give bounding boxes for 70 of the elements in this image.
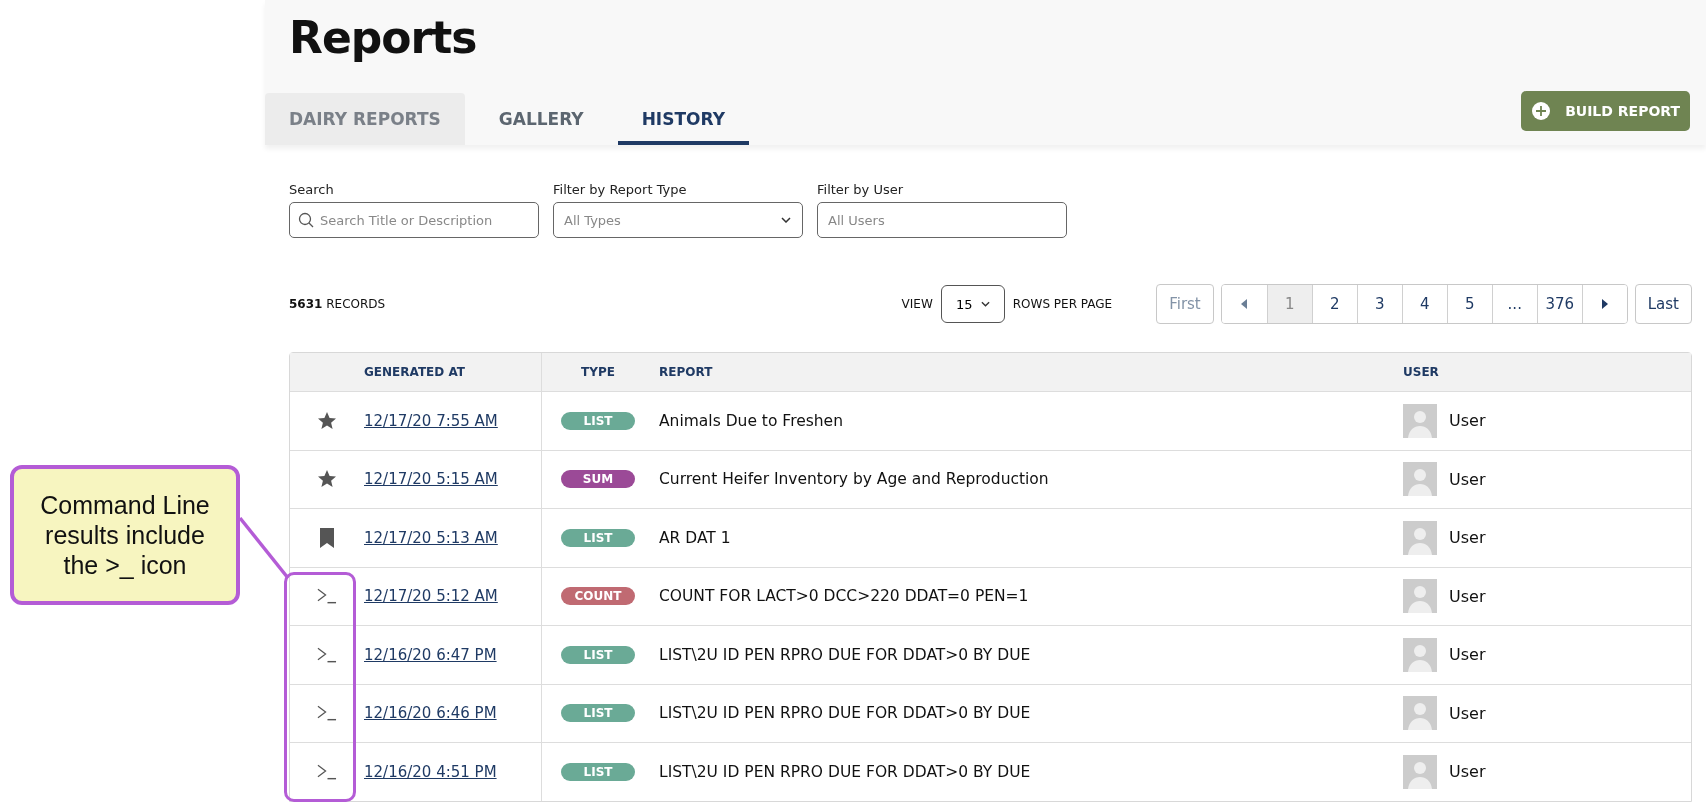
chevron-down-icon	[781, 217, 791, 223]
avatar-icon	[1403, 696, 1437, 731]
terminal-prompt-icon	[317, 587, 337, 606]
plus-circle-icon	[1531, 101, 1552, 121]
record-count: 5631 RECORDS	[289, 297, 386, 311]
next-page-button[interactable]	[1581, 285, 1627, 323]
column-header: GENERATED AT	[364, 365, 465, 379]
date-link[interactable]: 12/17/20 5:12 AM	[364, 587, 498, 606]
terminal-prompt-icon	[317, 645, 337, 664]
star-icon	[317, 469, 337, 490]
terminal-prompt-icon	[317, 762, 337, 781]
avatar-icon	[1403, 637, 1437, 672]
report-name: COUNT FOR LACT>0 DCC>220 DDAT=0 PEN=1	[659, 587, 1029, 606]
avatar-icon	[1403, 462, 1437, 497]
chevron-down-icon	[980, 301, 990, 307]
build-report-button[interactable]: BUILD REPORT	[1521, 91, 1690, 131]
callout-box: Command Line results include the >_ icon	[10, 465, 240, 605]
field-label: Filter by Report Type	[553, 182, 688, 197]
report-name: LIST\2U ID PEN RPRO DUE FOR DDAT>0 BY DUE	[659, 645, 1031, 664]
type-badge: COUNT	[561, 587, 635, 606]
type-badge: LIST	[561, 704, 635, 723]
search-field[interactable]: Search Title or Description	[289, 202, 539, 238]
triangle-right-icon	[1601, 299, 1608, 309]
dropdown-field[interactable]: All Types	[553, 202, 803, 238]
user-name: User	[1449, 645, 1486, 665]
field-label: Filter by User	[817, 182, 905, 197]
column-header: USER	[1403, 365, 1439, 379]
bookmark-icon	[320, 527, 334, 548]
date-link[interactable]: 12/16/20 4:51 PM	[364, 762, 497, 781]
rows-per-page-label: ROWS PER PAGE	[1012, 297, 1113, 311]
avatar-icon	[1403, 754, 1437, 789]
page-title: Reports	[288, 11, 478, 65]
input-field[interactable]: All Users	[817, 202, 1067, 238]
type-badge: LIST	[561, 645, 635, 664]
report-name: Current Heifer Inventory by Age and Reproduction	[659, 470, 1049, 489]
search-icon	[298, 212, 314, 228]
tab[interactable]: GALLERY	[474, 93, 608, 145]
user-name: User	[1449, 411, 1486, 431]
date-link[interactable]: 12/16/20 6:47 PM	[364, 645, 497, 664]
report-name: LIST\2U ID PEN RPRO DUE FOR DDAT>0 BY DUE	[659, 704, 1031, 723]
user-name: User	[1449, 469, 1486, 489]
field-label: Search	[289, 182, 335, 197]
date-link[interactable]: 12/17/20 5:13 AM	[364, 528, 498, 547]
avatar-icon	[1403, 403, 1437, 438]
type-badge: LIST	[561, 528, 635, 547]
last-page-button[interactable]: Last	[1634, 284, 1692, 324]
column-header: TYPE	[581, 365, 615, 379]
view-label: VIEW	[901, 297, 933, 311]
avatar-icon	[1403, 520, 1437, 555]
type-badge: LIST	[561, 411, 635, 430]
date-link[interactable]: 12/17/20 7:55 AM	[364, 411, 498, 430]
report-name: LIST\2U ID PEN RPRO DUE FOR DDAT>0 BY DUE	[659, 762, 1031, 781]
tab[interactable]: HISTORY	[617, 93, 749, 145]
report-name: AR DAT 1	[659, 528, 731, 547]
leader-line	[238, 516, 290, 580]
avatar-icon	[1403, 579, 1437, 614]
type-badge: SUM	[561, 470, 635, 489]
user-name: User	[1449, 703, 1486, 723]
type-badge: LIST	[561, 762, 635, 781]
user-name: User	[1449, 762, 1486, 782]
date-link[interactable]: 12/16/20 6:46 PM	[364, 704, 497, 723]
column-header: REPORT	[659, 365, 713, 379]
user-name: User	[1449, 586, 1486, 606]
rows-per-page-dropdown[interactable]: 15	[940, 285, 1005, 323]
terminal-prompt-icon	[317, 704, 337, 723]
user-name: User	[1449, 528, 1486, 548]
date-link[interactable]: 12/17/20 5:15 AM	[364, 470, 498, 489]
triangle-left-icon	[1241, 299, 1248, 309]
star-icon	[317, 410, 337, 431]
report-name: Animals Due to Freshen	[659, 411, 843, 430]
